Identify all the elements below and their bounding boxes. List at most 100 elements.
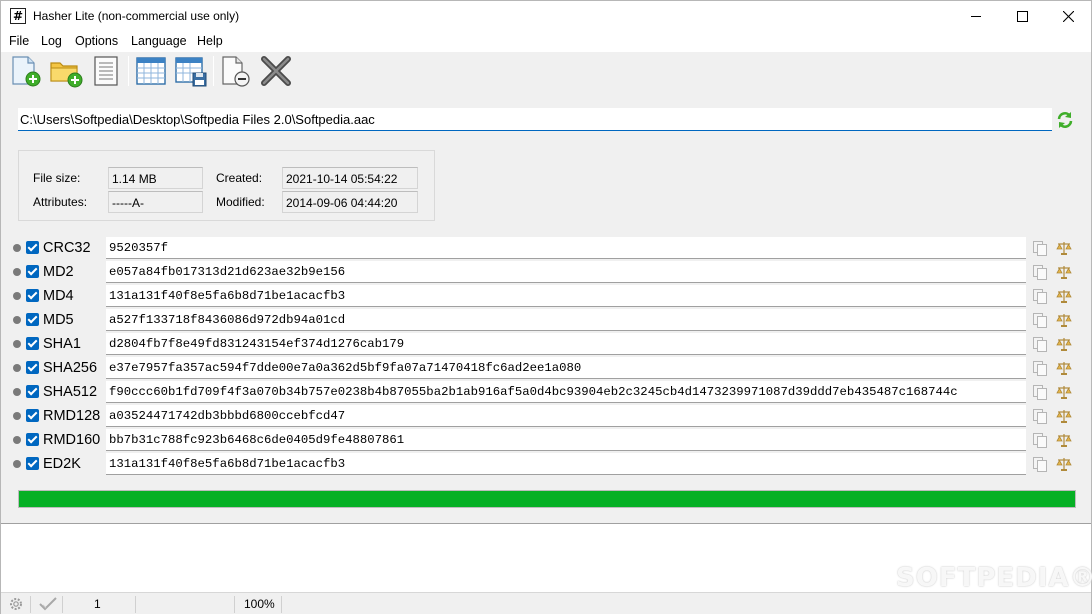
enable-md4-checkbox[interactable] [26,289,39,302]
enable-rmd160-checkbox[interactable] [26,433,39,446]
hash-row-sha1: SHA1 d2804fb7f8e49fd831243154ef374d1276ca… [1,333,1091,357]
toolbar [1,52,1091,90]
algorithm-label: RMD160 [43,432,101,448]
copy-hash-icon[interactable] [1032,408,1048,424]
copy-hash-icon[interactable] [1032,384,1048,400]
app-hash-icon: # [10,8,26,24]
enable-rmd128-checkbox[interactable] [26,409,39,422]
hash-value-field[interactable]: e057a84fb017313d21d623ae32b9e156 [106,261,1026,283]
menu-file[interactable]: File [9,34,29,48]
hash-value-field[interactable]: e37e7957fa357ac594f7dde00e7a0a362d5bf9fa… [106,357,1026,379]
attributes-label: Attributes: [33,195,88,209]
status-dot-icon [13,388,21,396]
file-info-panel: File size: 1.14 MB Attributes: -----A- C… [18,150,435,221]
enable-sha512-checkbox[interactable] [26,385,39,398]
hash-row-rmd128: RMD128 a03524471742db3bbbd6800ccebfcd47 [1,405,1091,429]
hash-row-rmd160: RMD160 bb7b31c788fc923b6468c6de0405d9fe48… [1,429,1091,453]
clear-button[interactable] [259,54,293,88]
add-file-icon [12,56,41,87]
settings-gear-icon[interactable] [8,596,24,612]
compare-hash-icon[interactable] [1056,360,1072,376]
text-document-button[interactable] [89,54,123,88]
progress-percent: 100% [244,597,275,611]
window-title: Hasher Lite (non-commercial use only) [33,9,240,23]
menu-language[interactable]: Language [131,34,187,48]
hash-row-ed2k: ED2K 131a131f40f8e5fa6b8d71be1acacfb3 [1,453,1091,477]
compare-hash-icon[interactable] [1056,456,1072,472]
hash-value-field[interactable]: f90ccc60b1fd709f4f3a070b34b757e0238b4b87… [106,381,1026,403]
refresh-button[interactable] [1055,110,1075,130]
status-bar: 1 100% [1,592,1091,614]
remove-file-button[interactable] [219,54,253,88]
copy-hash-icon[interactable] [1032,336,1048,352]
copy-hash-icon[interactable] [1032,360,1048,376]
minimize-icon [970,16,981,17]
save-table-button[interactable] [174,54,208,88]
copy-hash-icon[interactable] [1032,432,1048,448]
menu-bar: File Log Options Language Help [1,32,1091,52]
algorithm-label: RMD128 [43,408,101,424]
algorithm-label: MD5 [43,312,74,328]
menu-log[interactable]: Log [41,34,62,48]
hash-value-field[interactable]: 131a131f40f8e5fa6b8d71be1acacfb3 [106,453,1026,475]
algorithm-label: SHA512 [43,384,98,400]
maximize-button[interactable] [999,1,1045,32]
menu-options[interactable]: Options [75,34,118,48]
compare-hash-icon[interactable] [1056,240,1072,256]
enable-md5-checkbox[interactable] [26,313,39,326]
add-file-button[interactable] [9,54,43,88]
enable-md2-checkbox[interactable] [26,265,39,278]
copy-hash-icon[interactable] [1032,240,1048,256]
minimize-button[interactable] [953,1,999,32]
enable-ed2k-checkbox[interactable] [26,457,39,470]
copy-hash-icon[interactable] [1032,288,1048,304]
menu-help[interactable]: Help [197,34,223,48]
table-icon [136,57,166,85]
compare-hash-icon[interactable] [1056,312,1072,328]
enable-sha256-checkbox[interactable] [26,361,39,374]
file-size-label: File size: [33,171,81,185]
compare-hash-icon[interactable] [1056,432,1072,448]
status-dot-icon [13,412,21,420]
hash-value-field[interactable]: 9520357f [106,237,1026,259]
compare-hash-icon[interactable] [1056,288,1072,304]
hash-row-md4: MD4 131a131f40f8e5fa6b8d71be1acacfb3 [1,285,1091,309]
title-bar[interactable]: # Hasher Lite (non-commercial use only) [1,1,1091,32]
status-dot-icon [13,340,21,348]
algorithm-label: SHA1 [43,336,81,352]
enable-crc32-checkbox[interactable] [26,241,39,254]
enable-sha1-checkbox[interactable] [26,337,39,350]
attributes-value: -----A- [108,191,203,213]
document-icon [94,56,118,86]
file-path-input[interactable] [18,108,1052,131]
compare-hash-icon[interactable] [1056,408,1072,424]
close-window-button[interactable] [1045,1,1091,32]
hash-value-field[interactable]: a03524471742db3bbbd6800ccebfcd47 [106,405,1026,427]
status-dot-icon [13,244,21,252]
status-dot-icon [13,364,21,372]
add-folder-button[interactable] [49,54,83,88]
file-size-value: 1.14 MB [108,167,203,189]
created-value: 2021-10-14 05:54:22 [282,167,418,189]
compare-hash-icon[interactable] [1056,384,1072,400]
hash-row-md2: MD2 e057a84fb017313d21d623ae32b9e156 [1,261,1091,285]
created-label: Created: [216,171,263,185]
algorithm-label: MD2 [43,264,74,280]
hash-value-field[interactable]: bb7b31c788fc923b6468c6de0405d9fe48807861 [106,429,1026,451]
modified-value: 2014-09-06 04:44:20 [282,191,418,213]
hash-row-md5: MD5 a527f133718f8436086d972db94a01cd [1,309,1091,333]
file-count: 1 [94,597,101,611]
close-x-icon [261,56,291,86]
hash-value-field[interactable]: d2804fb7f8e49fd831243154ef374d1276cab179 [106,333,1026,355]
algorithm-label: ED2K [43,456,81,472]
hash-value-field[interactable]: 131a131f40f8e5fa6b8d71be1acacfb3 [106,285,1026,307]
maximize-icon [1016,11,1028,22]
compare-hash-icon[interactable] [1056,264,1072,280]
compare-hash-icon[interactable] [1056,336,1072,352]
hash-value-field[interactable]: a527f133718f8436086d972db94a01cd [106,309,1026,331]
copy-hash-icon[interactable] [1032,312,1048,328]
table-view-button[interactable] [134,54,168,88]
copy-hash-icon[interactable] [1032,264,1048,280]
copy-hash-icon[interactable] [1032,456,1048,472]
algorithm-label: MD4 [43,288,74,304]
